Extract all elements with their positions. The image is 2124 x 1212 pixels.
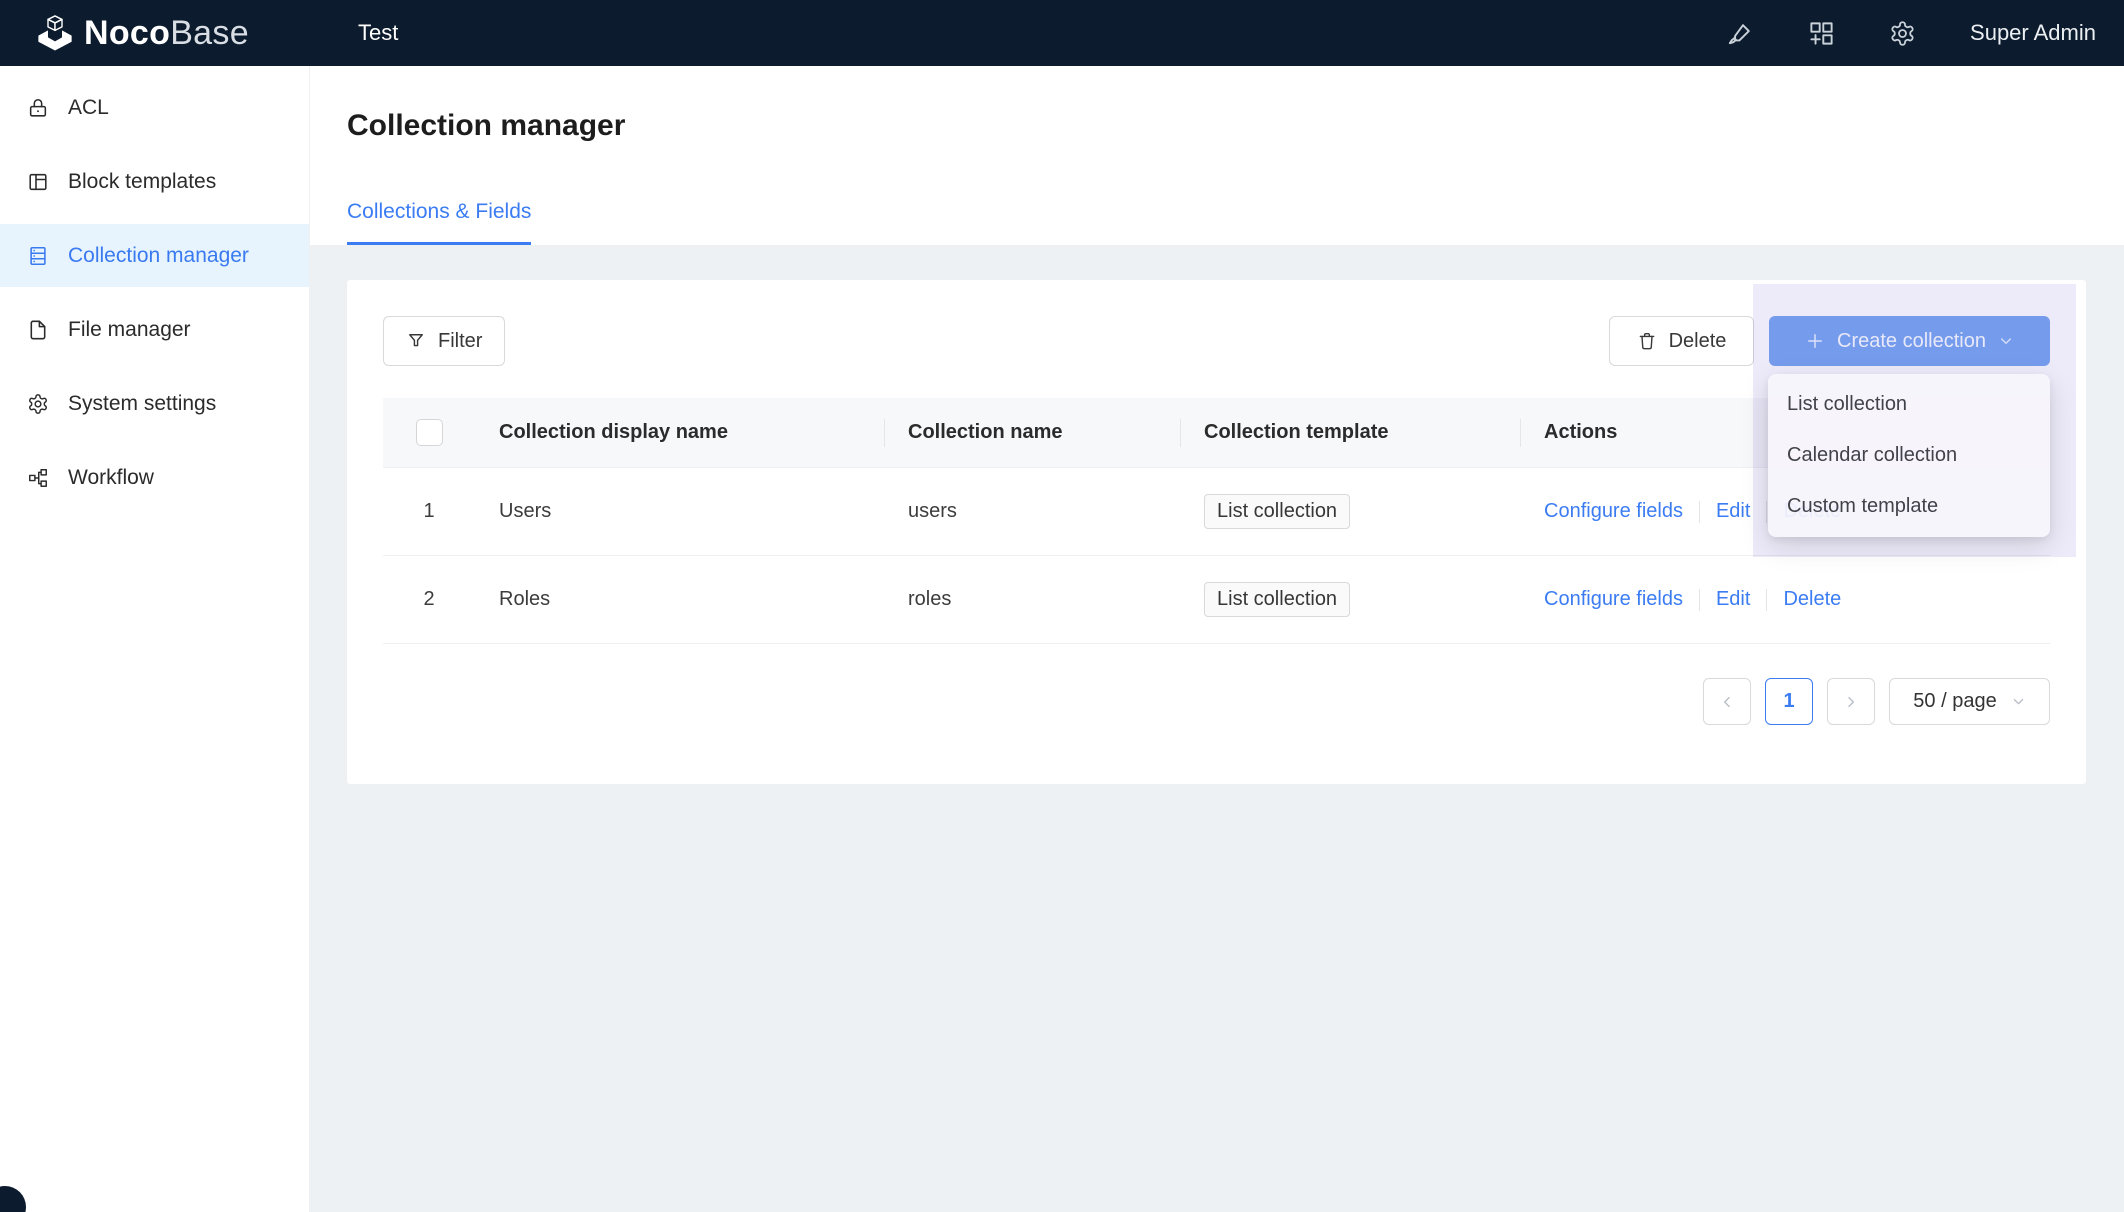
sidebar-item-acl[interactable]: ACL	[0, 76, 309, 139]
cell-display-name: Roles	[475, 588, 884, 611]
toolbar: Filter Delete Crea	[383, 316, 2050, 366]
sidebar-item-block-templates[interactable]: Block templates	[0, 150, 309, 213]
topbar: NocoBase Test Super Admin	[0, 0, 2124, 66]
sidebar-item-label: Block templates	[68, 170, 216, 194]
cell-template: List collection	[1180, 582, 1520, 617]
setting-icon[interactable]	[1889, 20, 1916, 47]
action-divider	[1699, 589, 1700, 611]
chevron-down-icon	[1998, 333, 2014, 349]
filter-button-label: Filter	[438, 330, 482, 353]
table-row: 2 Roles roles List collection Configure …	[383, 556, 2050, 644]
tab-collections-and-fields[interactable]: Collections & Fields	[347, 199, 531, 245]
sidebar-item-collection-manager[interactable]: Collection manager	[0, 224, 309, 287]
sidebar-item-label: System settings	[68, 392, 216, 416]
sidebar-item-file-manager[interactable]: File manager	[0, 298, 309, 361]
delete-button-label: Delete	[1669, 330, 1727, 353]
trash-icon	[1637, 331, 1657, 351]
delete-link[interactable]: Delete	[1783, 588, 1841, 611]
configure-fields-link[interactable]: Configure fields	[1544, 500, 1683, 523]
sidebar-item-label: Workflow	[68, 466, 154, 490]
sidebar-item-workflow[interactable]: Workflow	[0, 446, 309, 509]
cell-actions: Configure fields Edit Delete	[1520, 588, 2050, 611]
main-area: Collection manager Collections & Fields …	[310, 66, 2124, 1212]
app-root: NocoBase Test Super Admin	[0, 0, 2124, 1212]
nocobase-logo-icon	[34, 12, 76, 54]
page-header: Collection manager Collections & Fields	[310, 66, 2124, 245]
sidebar-item-system-settings[interactable]: System settings	[0, 372, 309, 435]
appstore-add-icon[interactable]	[1808, 20, 1835, 47]
sidebar-item-label: Collection manager	[68, 244, 249, 268]
pagination-current-page: 1	[1783, 690, 1794, 713]
tab-bar: Collections & Fields	[347, 199, 2124, 245]
delete-button[interactable]: Delete	[1609, 316, 1754, 366]
filter-button[interactable]: Filter	[383, 316, 505, 366]
row-index: 2	[383, 588, 475, 611]
lock-icon	[27, 97, 49, 119]
pagination-page-1[interactable]: 1	[1765, 678, 1813, 725]
dropdown-item-list-collection[interactable]: List collection	[1768, 379, 2050, 430]
create-collection-label: Create collection	[1837, 330, 1986, 353]
dropdown-item-custom-template[interactable]: Custom template	[1768, 481, 2050, 532]
chevron-left-icon	[1719, 694, 1735, 710]
sidebar: ACL Block templates Collection manager	[0, 66, 310, 1212]
page-size-select[interactable]: 50 / page	[1889, 678, 2050, 725]
chevron-right-icon	[1843, 694, 1859, 710]
page-size-label: 50 / page	[1913, 690, 1996, 713]
cell-display-name: Users	[475, 500, 884, 523]
database-icon	[27, 245, 49, 267]
sidebar-item-label: File manager	[68, 318, 191, 342]
pagination: 1 50 / page	[383, 678, 2050, 725]
chevron-down-icon	[2011, 694, 2026, 709]
topbar-menu: Test	[346, 20, 410, 46]
topbar-menu-item-test[interactable]: Test	[346, 20, 410, 46]
cell-collection-name: roles	[884, 588, 1180, 611]
workflow-icon	[27, 467, 49, 489]
plus-icon	[1805, 331, 1825, 351]
column-header-display-name: Collection display name	[475, 421, 884, 444]
topbar-right: Super Admin	[1727, 20, 2124, 47]
configure-fields-link[interactable]: Configure fields	[1544, 588, 1683, 611]
page-title: Collection manager	[347, 108, 2124, 144]
column-header-template: Collection template	[1180, 421, 1520, 444]
cell-collection-name: users	[884, 500, 1180, 523]
create-collection-dropdown: List collection Calendar collection Cust…	[1768, 374, 2050, 537]
row-index: 1	[383, 500, 475, 523]
create-collection-button[interactable]: Create collection	[1769, 316, 2050, 366]
brand-bold: Noco	[84, 14, 170, 52]
layout-icon	[27, 171, 49, 193]
user-menu[interactable]: Super Admin	[1970, 20, 2096, 46]
dropdown-item-calendar-collection[interactable]: Calendar collection	[1768, 430, 2050, 481]
brand: NocoBase	[0, 12, 310, 54]
cell-template: List collection	[1180, 494, 1520, 529]
template-tag: List collection	[1204, 494, 1350, 529]
brand-light: Base	[170, 14, 249, 52]
pagination-next-button[interactable]	[1827, 678, 1875, 725]
filter-icon	[406, 331, 426, 351]
action-divider	[1766, 589, 1767, 611]
file-icon	[27, 319, 49, 341]
pagination-prev-button[interactable]	[1703, 678, 1751, 725]
select-all-checkbox[interactable]	[416, 419, 443, 446]
column-header-name: Collection name	[884, 421, 1180, 444]
edit-link[interactable]: Edit	[1716, 588, 1750, 611]
highlight-icon[interactable]	[1727, 20, 1754, 47]
sidebar-item-label: ACL	[68, 96, 109, 120]
template-tag: List collection	[1204, 582, 1350, 617]
gear-icon	[27, 393, 49, 415]
table-header-checkbox-cell	[383, 419, 475, 446]
row-actions: Configure fields Edit Delete	[1544, 588, 1841, 611]
edit-link[interactable]: Edit	[1716, 500, 1750, 523]
brand-name: NocoBase	[84, 16, 249, 50]
action-divider	[1699, 501, 1700, 523]
